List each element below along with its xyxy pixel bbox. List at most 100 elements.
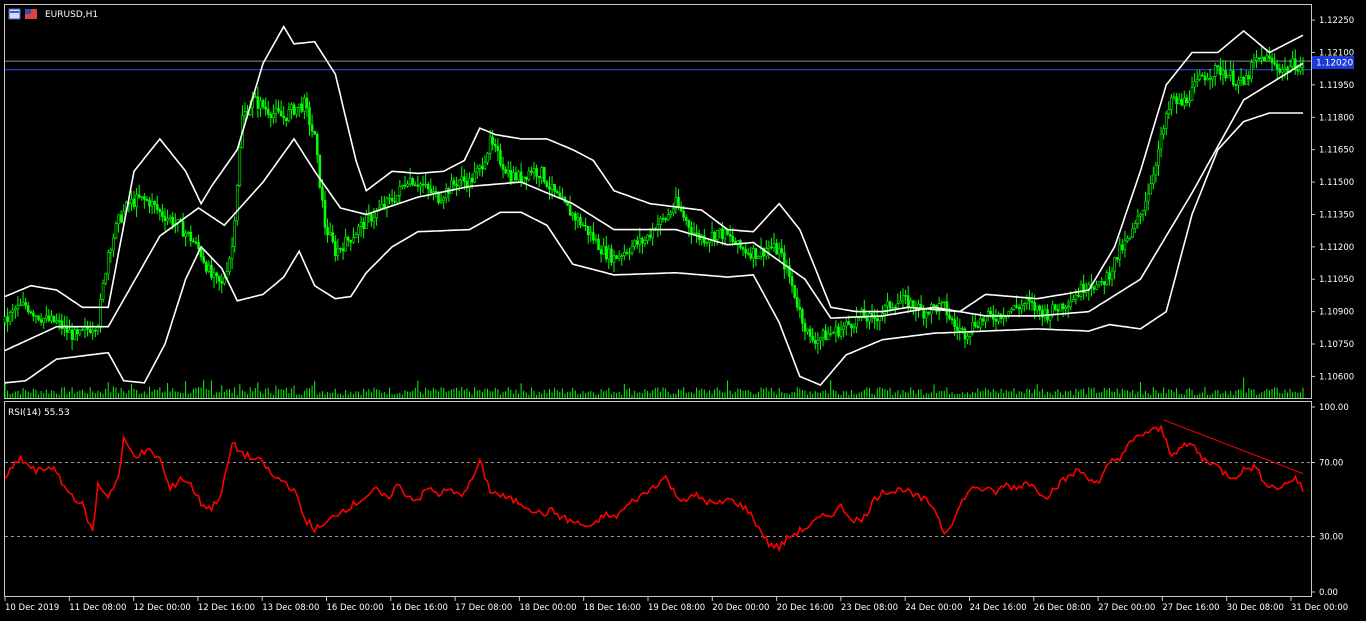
candle-body <box>483 161 487 170</box>
candle-body <box>1121 244 1124 251</box>
candle-body <box>481 165 484 170</box>
candle-body <box>749 253 753 259</box>
candle-body <box>604 246 608 260</box>
candle-body <box>555 191 559 194</box>
time-tick-label: 19 Dec 08:00 <box>648 603 705 613</box>
candle-body <box>968 332 972 337</box>
candle-body <box>339 248 342 250</box>
candle-body <box>617 255 621 259</box>
candle-body <box>442 197 445 202</box>
candle-body <box>842 325 845 330</box>
candle-body <box>1270 57 1274 64</box>
time-tick-label: 20 Dec 16:00 <box>777 603 834 613</box>
candle-body <box>44 315 48 319</box>
candle-body <box>850 323 853 329</box>
candle-body <box>741 247 745 250</box>
time-tick-label: 26 Dec 08:00 <box>1034 603 1091 613</box>
candle-body <box>721 228 724 240</box>
candle-body <box>932 304 936 307</box>
candle-body <box>140 196 144 198</box>
candle-body <box>1255 57 1258 61</box>
candle-body <box>19 304 22 307</box>
candle-body <box>777 248 781 255</box>
candle-body <box>305 97 309 108</box>
candle-body <box>1301 65 1305 68</box>
candle-body <box>1172 96 1176 99</box>
candle-body <box>341 248 345 252</box>
price-tick-label: 1.11650 <box>1319 146 1354 156</box>
candle-body <box>1133 223 1137 229</box>
candle-body <box>731 235 735 242</box>
candle-body <box>992 313 995 320</box>
candle-body <box>6 316 9 322</box>
price-tick-label: 1.11200 <box>1319 243 1354 253</box>
candle-body <box>568 205 572 216</box>
candle-body <box>770 246 773 249</box>
candle-body <box>315 134 319 156</box>
candle-body <box>434 191 438 193</box>
candle-body <box>519 171 523 183</box>
candle-body <box>287 109 291 121</box>
candle-body <box>380 204 384 209</box>
candle-body <box>158 209 162 212</box>
candle-body <box>1281 69 1284 73</box>
candle-body <box>620 255 624 258</box>
candle-body <box>1123 240 1127 251</box>
candle-body <box>1175 96 1178 104</box>
candle-body <box>963 328 967 340</box>
candle-body <box>1002 316 1005 319</box>
candle-body <box>1201 74 1204 77</box>
candle-body <box>638 238 642 245</box>
candle-body <box>99 299 102 328</box>
candle-body <box>718 228 722 231</box>
candle-body <box>1198 74 1202 80</box>
candle-body <box>419 183 422 187</box>
current-price-label: 1.12020 <box>1316 59 1353 69</box>
chart-window[interactable]: EURUSD,H1 1.122501.121001.119501.118001.… <box>0 0 1366 621</box>
candle-body <box>615 255 618 259</box>
candle-body <box>532 168 536 173</box>
candle-body <box>308 107 311 126</box>
candle-body <box>997 313 1000 322</box>
candle-body <box>1275 63 1279 70</box>
candle-body <box>272 112 275 118</box>
candle-body <box>334 241 337 257</box>
candle-body <box>1023 303 1026 306</box>
candle-body <box>163 216 167 222</box>
candle-body <box>112 237 115 251</box>
candle-body <box>808 328 812 337</box>
candle-body <box>1048 314 1052 321</box>
candle-body <box>1061 303 1065 310</box>
candle-body <box>875 318 879 322</box>
candle-body <box>1152 174 1155 184</box>
candle-body <box>1136 215 1140 224</box>
candle-body <box>1234 84 1238 87</box>
candle-body <box>81 329 84 331</box>
candle-body <box>852 326 856 329</box>
candle-body <box>220 281 224 284</box>
candle-body <box>573 213 577 221</box>
candle-body <box>1262 56 1266 62</box>
candle-body <box>623 251 626 257</box>
candle-body <box>478 165 482 169</box>
candle-body <box>212 272 216 278</box>
candle-body <box>690 227 693 234</box>
candle-body <box>352 237 355 243</box>
candle-body <box>106 252 110 275</box>
candle-body <box>429 188 433 194</box>
time-tick-label: 24 Dec 00:00 <box>905 603 962 613</box>
candle-body <box>104 273 107 284</box>
rsi-panel[interactable] <box>4 401 1312 597</box>
candle-body <box>1012 305 1016 310</box>
candle-body <box>512 172 515 183</box>
candle-body <box>1247 75 1251 80</box>
candle-body <box>88 328 92 333</box>
candle-body <box>530 170 533 173</box>
candle-body <box>439 200 443 203</box>
candle-body <box>1128 236 1132 239</box>
candle-body <box>336 248 340 257</box>
candle-body <box>1154 164 1158 176</box>
candle-body <box>155 204 159 210</box>
candle-body <box>803 322 807 332</box>
candle-body <box>1100 281 1104 283</box>
